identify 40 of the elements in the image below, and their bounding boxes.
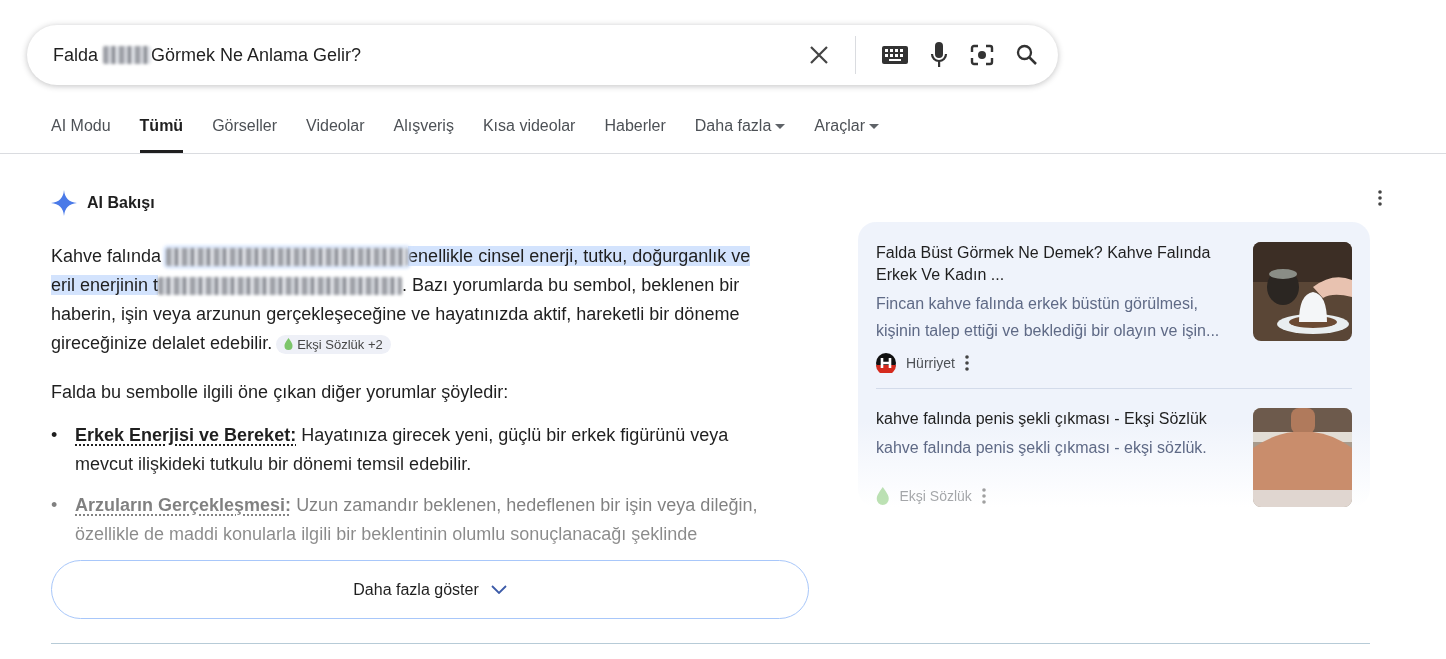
close-icon[interactable] — [809, 45, 829, 65]
search-icon[interactable] — [1016, 44, 1038, 66]
search-field[interactable]: Falda Görmek Ne Anlama Gelir? — [27, 25, 1058, 85]
drop-icon — [876, 487, 890, 505]
search-tab[interactable]: Görseller — [212, 103, 278, 153]
overview-title: AI Bakışı — [87, 194, 155, 212]
search-tab[interactable]: Videolar — [306, 103, 365, 153]
bullet-item: Erkek Enerjisi ve Bereket: Hayatınıza girecek yeni, güçlü bir erkek figürünü veya mevcut ilişkideki tutkulu bir dönemi temsil edebilir. — [75, 424, 730, 476]
search-tab[interactable]: Araçlar — [814, 103, 879, 153]
intro-text: Falda bu sembolle ilgili öne çıkan diğer yorumlar şöyledir: — [51, 381, 510, 404]
search-tab[interactable]: Haberler — [604, 103, 666, 153]
site-name: Hürriyet — [906, 355, 955, 371]
bullet-marker: • — [51, 494, 59, 517]
site-name: Ekşi Sözlük — [899, 488, 972, 504]
drop-icon — [284, 338, 294, 351]
site-logo-icon — [876, 353, 896, 373]
search-query: Görmek Ne Anlama Gelir? — [151, 44, 362, 66]
overview-paragraph: Kahve falında enellikle cinsel enerji, tutku, doğurganlık ve eril enerjinin t . Bazı yorumlarda bu sembol, beklenen bir haberin, işin veya arzunun gerçekleşeceğine ve hayatınızda aktif, hareketli bir döneme gireceğinize delalet edebilir. Ekşi Sözlük +2 — [51, 245, 752, 356]
chevron-icon — [490, 585, 507, 594]
sparkle-icon — [51, 190, 77, 216]
show-more-button[interactable]: Daha fazla göster — [51, 560, 809, 619]
keyboard-icon[interactable] — [882, 46, 908, 64]
source-title[interactable]: kahve falında penis şekli çıkması - Ekşi Sözlük — [876, 408, 1241, 430]
search-tab[interactable]: Tümü — [139, 103, 184, 153]
bullet-item: Arzuların Gerçekleşmesi: Uzun zamandır beklenen, hedeflenen bir işin veya dileğin, özellikle de maddi konularla ilgili bir beklentinin olumlu sonuçlanacağı şeklinde — [75, 494, 759, 546]
source-snippet: Fincan kahve falında erkek büstün görülmesi, kişinin talep ettiği ve beklediği bir olayın ve işin... — [876, 294, 1221, 341]
search-tab[interactable]: Kısa videolar — [482, 103, 576, 153]
source-chip[interactable]: Ekşi Sözlük +2 — [276, 334, 391, 354]
search-tab[interactable]: Alışveriş — [393, 103, 454, 153]
more-options-icon[interactable] — [965, 355, 969, 371]
blurred-text — [103, 46, 152, 64]
search-tab[interactable]: Daha fazla — [694, 103, 786, 153]
search-tab[interactable]: AI Modu — [51, 103, 111, 153]
source-snippet: kahve falında penis şekli çıkması - ekşi sözlük. — [876, 438, 1208, 458]
source-title[interactable]: Falda Büst Görmek Ne Demek? Kahve Falında Erkek Ve Kadın ... — [876, 242, 1241, 286]
microphone-icon[interactable] — [930, 42, 948, 68]
bullet-marker: • — [51, 424, 59, 447]
camera-icon[interactable] — [970, 44, 994, 66]
more-options-icon[interactable] — [1378, 190, 1382, 206]
search-query: Falda — [53, 44, 100, 66]
